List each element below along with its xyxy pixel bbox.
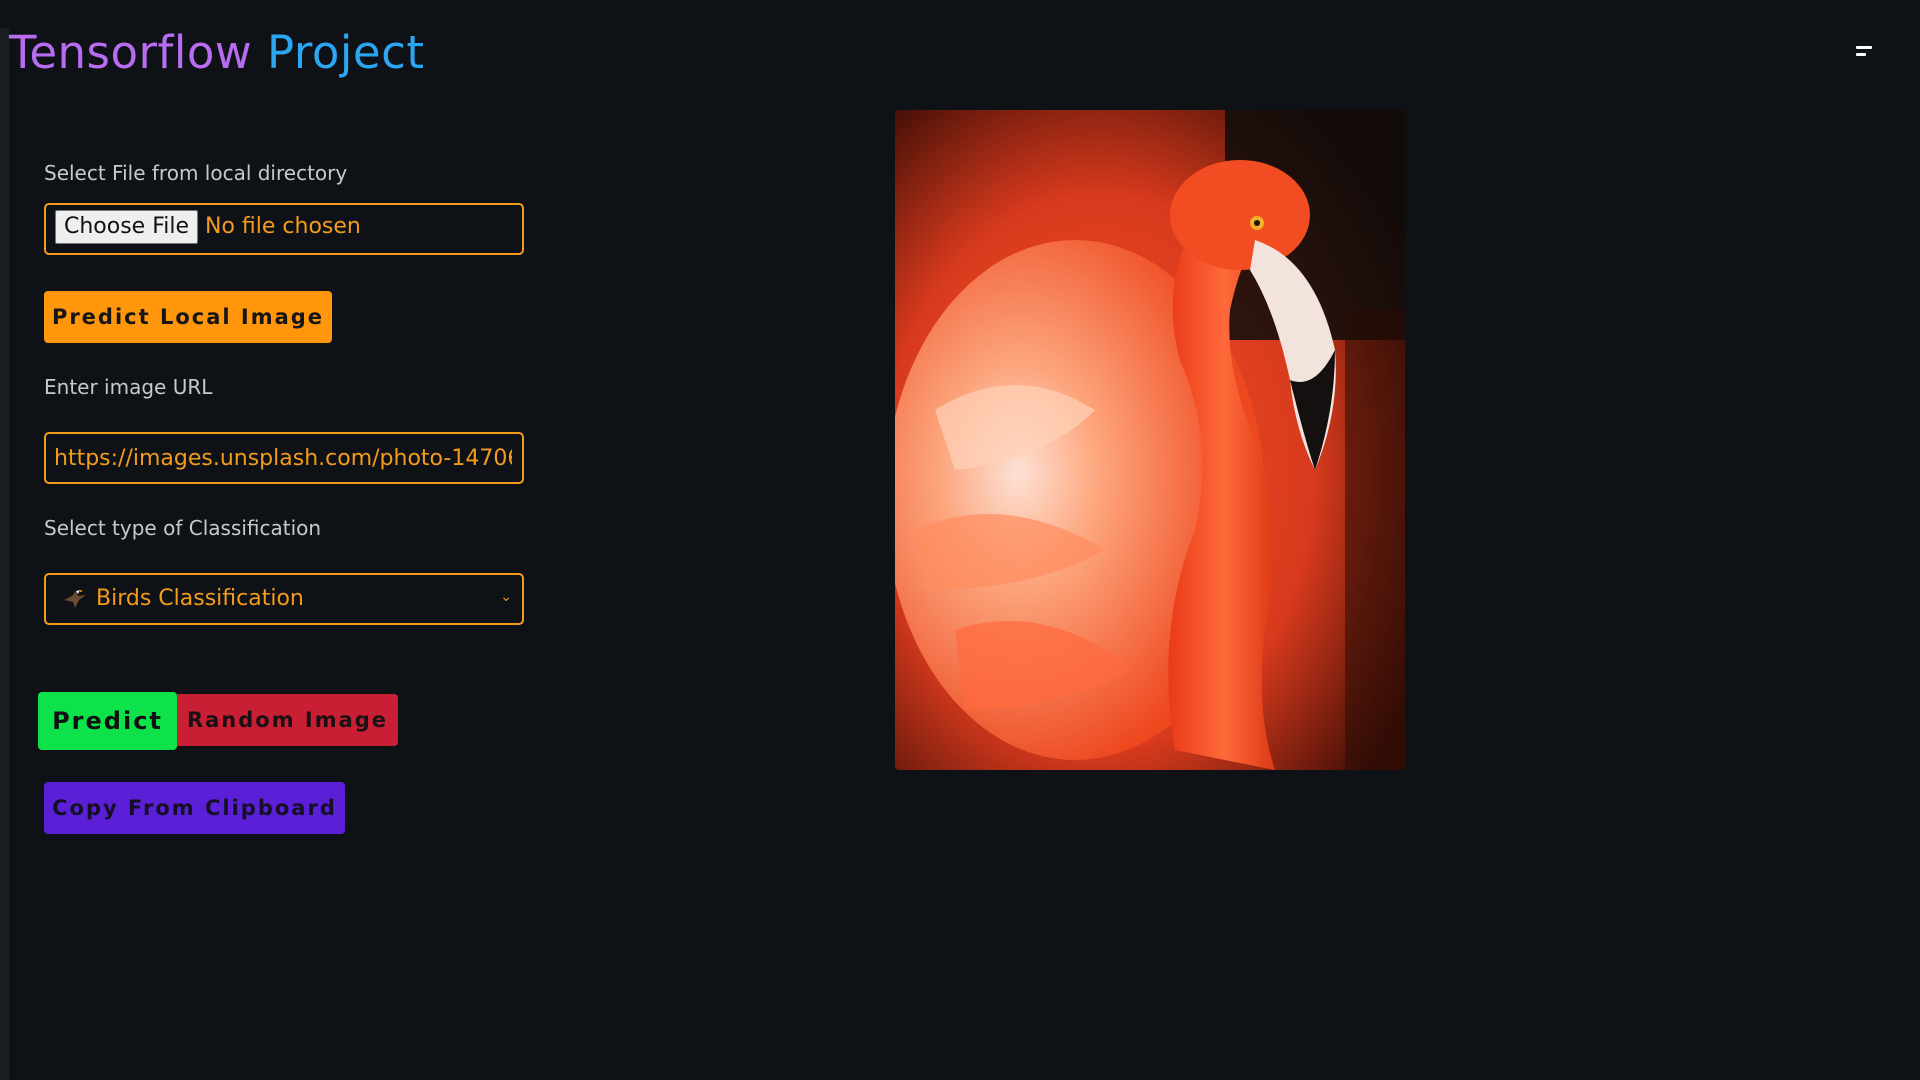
url-input[interactable] (54, 444, 512, 472)
random-image-button[interactable]: Random Image (177, 694, 398, 746)
predict-local-image-button[interactable]: Predict Local Image (44, 291, 332, 343)
menu-line-1 (1856, 46, 1872, 49)
brand-word-1: Tensorflow (9, 26, 253, 79)
predict-button[interactable]: Predict (38, 692, 177, 750)
copy-from-clipboard-button[interactable]: Copy From Clipboard (44, 782, 345, 834)
file-input[interactable]: Choose File No file chosen (44, 203, 524, 255)
file-status-text: No file chosen (205, 214, 361, 239)
classification-label: Select type of Classification (44, 516, 322, 540)
menu-line-2 (1856, 53, 1866, 56)
bird-icon (64, 590, 86, 608)
url-field[interactable] (44, 432, 524, 484)
classification-select[interactable]: Birds Classification ⌄ (44, 573, 524, 625)
flamingo-photo (895, 110, 1405, 770)
page-title: Tensorflow Project (9, 26, 425, 79)
preview-image (895, 110, 1405, 770)
choose-file-button[interactable]: Choose File (55, 210, 199, 244)
hamburger-menu-icon[interactable] (1850, 42, 1874, 58)
brand-word-2: Project (267, 26, 425, 79)
classification-selected: Birds Classification (96, 586, 304, 611)
side-strip (0, 28, 9, 1080)
chevron-down-icon: ⌄ (500, 589, 512, 605)
file-label: Select File from local directory (44, 161, 348, 185)
url-label: Enter image URL (44, 375, 213, 399)
